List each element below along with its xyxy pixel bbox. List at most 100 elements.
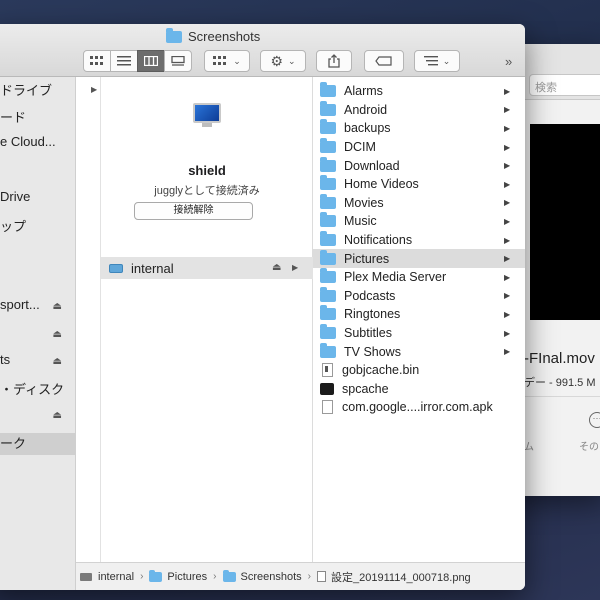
group-button[interactable]: ⌄ [204,50,250,72]
sidebar-item[interactable]: ・ディスク [0,379,76,401]
gear-icon: ⚙ [270,52,283,69]
eject-icon[interactable]: ⏏ [53,301,62,312]
column-view-button[interactable] [137,50,165,72]
list-item[interactable]: TV Shows ▶ [313,342,525,361]
tags-button[interactable] [364,50,404,72]
folder-icon [320,82,336,98]
list-item[interactable]: Movies ▶ [313,193,525,213]
sidebar-item[interactable]: ⏏ [0,325,76,347]
chevron-right-icon: › [307,571,312,582]
chevron-right-icon: ▶ [504,179,511,189]
window-title-text: Screenshots [188,29,261,44]
folder-icon [320,286,336,302]
device-status: jugglyとして接続済み [154,185,260,197]
eject-icon[interactable]: ⏏ [272,262,281,273]
list-item[interactable]: Download ▶ [313,156,525,175]
list-item[interactable]: Podcasts ▶ [313,286,525,306]
path-bar: internal › Pictures › Screenshots › 設定_2… [76,562,525,590]
preview-search-input[interactable]: 検索 [529,74,600,96]
folder-icon [320,175,336,191]
list-item[interactable]: Subtitles ▶ [313,324,525,343]
list-item[interactable]: Ringtones ▶ [313,305,525,324]
folder-icon [149,569,163,582]
list-item[interactable]: Notifications ▶ [313,231,525,250]
list-item-label: Music [344,214,377,229]
sort-list-icon [423,56,438,66]
executable-icon [320,382,334,395]
list-item[interactable]: Home Videos ▶ [313,175,525,194]
chevron-right-icon: ▶ [504,235,511,245]
chevron-right-icon: ▶ [504,216,511,226]
chevron-right-icon: ▶ [504,161,511,171]
preview-action-label: ム [524,442,534,453]
chevron-right-icon: ▶ [292,263,299,272]
sidebar-item-label: ts [0,352,11,367]
list-item-label: Android [344,102,388,117]
folder-icon [320,249,336,265]
sidebar-item[interactable]: ⏏ [0,406,76,428]
path-item-screenshots[interactable]: Screenshots [241,571,302,583]
list-item[interactable]: Plex Media Server ▶ [313,268,525,287]
sidebar-item[interactable] [0,244,76,266]
volume-row[interactable]: internal ⏏ ▶ [101,257,313,279]
sidebar-item[interactable]: ーク [0,433,76,455]
chevron-right-icon: ▶ [504,291,511,301]
column-root: ▶ [76,77,101,582]
more-icon[interactable]: ··· [589,412,600,428]
chevron-right-icon: ▶ [504,105,511,115]
eject-icon[interactable]: ⏏ [53,356,62,367]
path-item-internal[interactable]: internal [98,571,134,583]
folder-icon [166,27,182,43]
disconnect-button[interactable]: 接続解除 [134,202,253,220]
sidebar-item[interactable]: ts ⏏ [0,352,76,374]
toolbar-overflow-icon[interactable]: » [505,54,512,69]
list-item[interactable]: gobjcache.bin [313,361,525,380]
sidebar-item[interactable]: ップ [0,216,76,238]
list-view-button[interactable] [110,50,138,72]
list-item[interactable]: Android ▶ [313,100,525,120]
sidebar-item[interactable]: ドライブ [0,80,76,102]
list-item-label: Notifications [344,233,413,248]
chevron-right-icon: ▶ [504,347,511,357]
sidebar: ドライブ ード e Cloud... Drive ップ sport... ⏏ ⏏ ts ⏏ ・ディス… [0,77,76,590]
list-item-label: spcache [342,381,389,396]
chevron-right-icon: ▶ [504,254,511,264]
gallery-view-button[interactable] [164,50,192,72]
chevron-right-icon: ▶ [504,86,511,96]
columns-icon [144,56,158,66]
action-button[interactable]: ⚙ ⌄ [260,50,306,72]
list-item[interactable]: DCIM ▶ [313,138,525,157]
sort-button[interactable]: ⌄ [414,50,460,72]
sidebar-item[interactable]: Drive [0,189,76,211]
toolbar: Screenshots ⌄ ⚙ ⌄ ⌄ » [0,24,525,77]
chevron-right-icon: › [140,571,144,582]
share-button[interactable] [316,50,352,72]
path-item-file[interactable]: 設定_20191114_000718.png [331,569,471,585]
sidebar-item[interactable]: e Cloud... [0,134,76,156]
eject-icon[interactable]: ⏏ [53,410,62,421]
eject-icon[interactable]: ⏏ [53,329,62,340]
list-item[interactable]: Alarms ▶ [313,82,525,101]
share-icon [328,54,340,68]
finder-window: Screenshots ⌄ ⚙ ⌄ ⌄ » ドライブ ード e Cloud...… [0,24,525,590]
list-item[interactable]: Pictures ▶ [313,249,525,268]
list-item[interactable]: backups ▶ [313,119,525,138]
chevron-right-icon: ▶ [504,328,511,338]
list-item[interactable]: Music ▶ [313,212,525,231]
icon-view-button[interactable] [83,50,111,72]
list-item-label: DCIM [344,140,376,155]
volume-label: internal [131,260,174,276]
folder-icon [320,231,336,247]
folder-icon [320,138,336,154]
document-icon [322,400,333,415]
list-item[interactable]: spcache [313,380,525,399]
sidebar-item[interactable] [0,271,76,293]
list-item[interactable]: com.google....irror.com.apk [313,398,525,417]
list-item-label: TV Shows [344,344,401,359]
path-item-pictures[interactable]: Pictures [167,571,207,583]
sidebar-item-label: e Cloud... [0,134,56,149]
sidebar-item[interactable] [0,162,76,184]
sidebar-item[interactable]: sport... ⏏ [0,297,76,319]
file-icon [317,571,327,582]
sidebar-item[interactable]: ード [0,107,76,129]
